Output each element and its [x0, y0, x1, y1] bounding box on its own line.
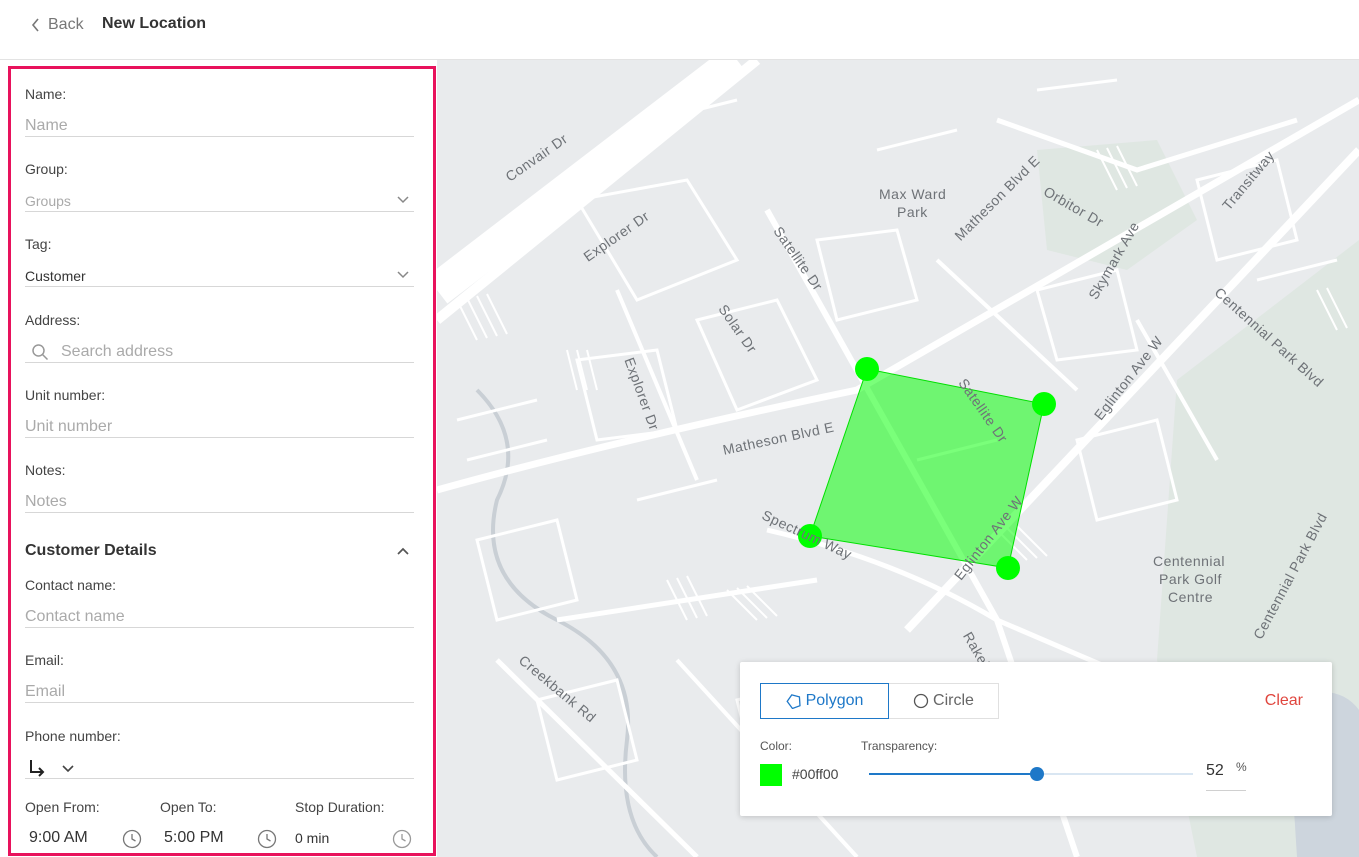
chevron-down-icon	[397, 271, 409, 279]
open-to-value: 5:00 PM	[164, 829, 224, 846]
open-from-field[interactable]: Open From: 9:00 AM	[25, 799, 155, 849]
transparency-unit: %	[1236, 760, 1247, 774]
tag-underline	[25, 286, 414, 287]
golf-course-label: Park Golf	[1159, 571, 1222, 587]
tag-field: Tag: Customer	[25, 236, 414, 287]
phone-field: Phone number:	[25, 728, 414, 779]
page-title: New Location	[102, 15, 207, 32]
chevron-down-icon	[62, 765, 74, 773]
address-field: Address: Search address	[25, 312, 414, 363]
notes-label: Notes:	[25, 462, 66, 478]
notes-field: Notes: Notes	[25, 462, 414, 513]
transparency-value: 52	[1206, 762, 1224, 779]
transparency-input[interactable]: 52 %	[1206, 758, 1247, 791]
color-hex: #00ff00	[792, 766, 839, 782]
tag-label: Tag:	[25, 236, 52, 252]
address-placeholder: Search address	[61, 343, 174, 360]
group-underline	[25, 211, 414, 212]
transparency-slider[interactable]	[869, 767, 1193, 781]
clear-button[interactable]: Clear	[1265, 692, 1303, 710]
open-from-label: Open From:	[25, 799, 100, 815]
stop-duration-label: Stop Duration:	[295, 799, 385, 815]
contact-underline	[25, 627, 414, 628]
drawing-tools-panel: Polygon Circle Clear Color: Transparency…	[740, 662, 1332, 816]
polygon-vertex-handle[interactable]	[996, 556, 1020, 580]
phone-underline	[25, 778, 414, 779]
email-underline	[25, 702, 414, 703]
transparency-label: Transparency:	[861, 739, 938, 753]
email-label: Email:	[25, 652, 64, 668]
group-select-value: Groups	[25, 193, 71, 209]
unit-underline	[25, 437, 414, 438]
golf-course-label: Centennial	[1153, 553, 1225, 569]
email-field: Email: Email	[25, 652, 414, 703]
clock-icon	[257, 829, 277, 849]
top-bar: Back New Location	[0, 0, 1359, 60]
polygon-tool-tab[interactable]: Polygon	[760, 683, 889, 719]
notes-underline	[25, 512, 414, 513]
color-swatch[interactable]	[760, 764, 782, 786]
polygon-tool-label: Polygon	[805, 692, 864, 709]
name-label: Name:	[25, 86, 67, 102]
polygon-vertex-handle[interactable]	[855, 357, 879, 381]
phone-label: Phone number:	[25, 728, 121, 744]
group-label: Group:	[25, 161, 68, 177]
contact-field: Contact name: Contact name	[25, 577, 414, 628]
address-label: Address:	[25, 312, 81, 328]
name-underline	[25, 136, 414, 137]
customer-details-toggle[interactable]: Customer Details	[25, 539, 414, 563]
name-field: Name: Name	[25, 86, 414, 137]
unit-label: Unit number:	[25, 387, 106, 403]
open-to-label: Open To:	[160, 799, 217, 815]
group-field: Group: Groups	[25, 161, 414, 212]
unit-field: Unit number: Unit number	[25, 387, 414, 438]
park-label: Max Ward	[879, 186, 947, 202]
search-icon	[32, 344, 49, 361]
color-label: Color:	[760, 739, 793, 753]
back-label: Back	[48, 16, 84, 33]
stop-duration-value: 0 min	[295, 830, 330, 846]
arrow-turn-icon	[30, 760, 45, 777]
geofence-polygon[interactable]	[809, 368, 1045, 569]
contact-label: Contact name:	[25, 577, 117, 593]
golf-course-label: Centre	[1168, 589, 1214, 605]
tag-select-value: Customer	[25, 268, 86, 284]
chevron-left-icon	[31, 18, 39, 32]
clock-icon	[392, 829, 412, 849]
location-form: Name: Name Group: Groups Tag: Customer A…	[8, 66, 436, 856]
polygon-icon	[785, 694, 801, 709]
stop-duration-field[interactable]: Stop Duration: 0 min	[295, 799, 425, 849]
address-underline	[25, 362, 414, 363]
circle-tool-tab[interactable]: Circle	[889, 683, 999, 719]
customer-details-title: Customer Details	[25, 542, 157, 559]
polygon-vertex-handle[interactable]	[1032, 392, 1056, 416]
transparency-slider-handle[interactable]	[1030, 767, 1045, 781]
hours-row: Open From: 9:00 AM Open To: 5:00 PM Stop…	[25, 799, 414, 853]
circle-icon	[913, 693, 929, 709]
chevron-up-icon	[397, 547, 409, 555]
open-to-field[interactable]: Open To: 5:00 PM	[160, 799, 290, 849]
circle-tool-label: Circle	[933, 692, 974, 709]
clock-icon	[122, 829, 142, 849]
transparency-slider-fill	[869, 773, 1038, 775]
chevron-down-icon	[397, 196, 409, 204]
back-button[interactable]: Back	[30, 14, 84, 36]
open-from-value: 9:00 AM	[29, 829, 88, 846]
park-label: Park	[897, 204, 928, 220]
